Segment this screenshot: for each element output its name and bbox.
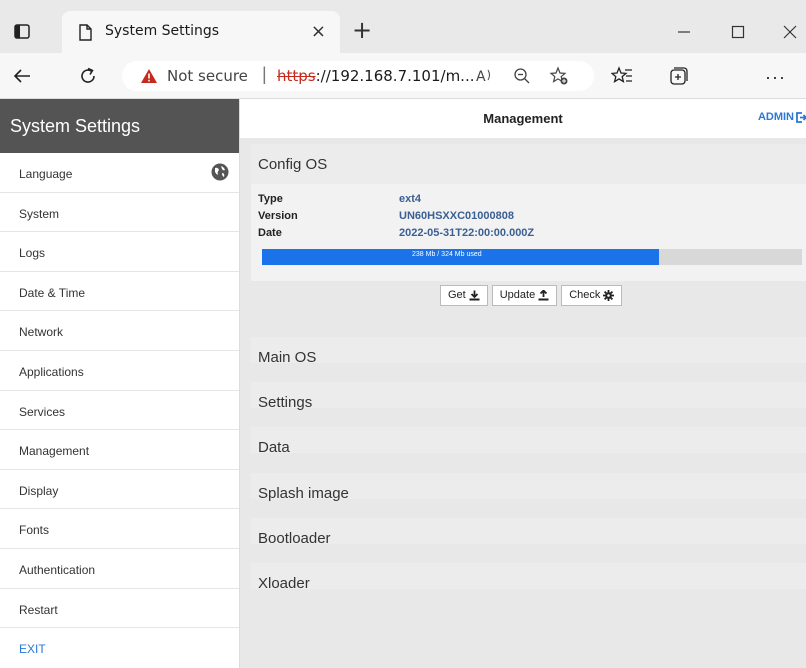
- sidebar-item-authentication[interactable]: Authentication: [0, 549, 239, 589]
- gear-icon: [603, 290, 615, 301]
- download-icon: [469, 290, 480, 301]
- sidebar-item-logs[interactable]: Logs: [0, 232, 239, 272]
- address-separator: |: [262, 64, 267, 84]
- sidebar-item-label: Applications: [19, 364, 84, 379]
- settings-section[interactable]: Settings: [251, 382, 806, 411]
- sidebar-item-restart[interactable]: Restart: [0, 589, 239, 629]
- splash-image-section[interactable]: Splash image: [251, 473, 806, 502]
- sidebar-item-network[interactable]: Network: [0, 311, 239, 351]
- url-text[interactable]: https://192.168.7.101/m...: [277, 67, 474, 85]
- storage-usage-bar: 238 Mb / 324 Mb used: [262, 249, 802, 265]
- main-panel: Management ADMIN Config OS Type ext4 Ver…: [240, 99, 806, 668]
- get-button-label: Get: [448, 289, 466, 301]
- tab-close-button[interactable]: ×: [311, 21, 326, 42]
- bootloader-section[interactable]: Bootloader: [251, 518, 806, 547]
- page-icon: [79, 24, 92, 41]
- sidebar-item-services[interactable]: Services: [0, 391, 239, 431]
- refresh-icon[interactable]: [76, 64, 100, 88]
- browser-toolbar: Not secure | https://192.168.7.101/m... …: [0, 53, 806, 99]
- date-value: 2022-05-31T22:00:00.000Z: [399, 227, 535, 239]
- config-os-body: Type ext4 Version UN60HSXXC01000808 Date…: [251, 184, 806, 306]
- type-row: Type ext4: [258, 193, 806, 210]
- sidebar-item-management[interactable]: Management: [0, 430, 239, 470]
- get-button[interactable]: Get: [440, 285, 488, 306]
- sidebar-item-system[interactable]: System: [0, 193, 239, 233]
- date-label: Date: [258, 227, 282, 239]
- admin-logout-link[interactable]: ADMIN: [758, 111, 806, 123]
- sidebar-item-label: Authentication: [19, 562, 96, 577]
- config-os-actions: Get Update Check: [440, 285, 623, 306]
- page-content: System Settings Language System Logs Dat…: [0, 99, 806, 668]
- browser-tabstrip: System Settings × +: [0, 0, 806, 53]
- check-button[interactable]: Check: [561, 285, 623, 306]
- version-value: UN60HSXXC01000808: [399, 210, 514, 222]
- maximize-icon[interactable]: [726, 20, 750, 44]
- collections-icon[interactable]: [667, 65, 689, 87]
- sidebar-item-label: Logs: [19, 246, 46, 261]
- storage-usage-text: 238 Mb / 324 Mb used: [412, 251, 482, 258]
- sidebar-item-language[interactable]: Language: [0, 153, 239, 193]
- back-arrow-icon[interactable]: [10, 64, 34, 88]
- sidebar-item-label: Restart: [19, 602, 58, 617]
- tab-title: System Settings: [105, 23, 220, 39]
- sidebar-item-date-time[interactable]: Date & Time: [0, 272, 239, 312]
- tab-actions-icon[interactable]: [14, 24, 30, 39]
- update-button[interactable]: Update: [491, 285, 558, 306]
- window-close-icon[interactable]: [778, 20, 802, 44]
- sidebar-item-applications[interactable]: Applications: [0, 351, 239, 391]
- update-button-label: Update: [499, 289, 536, 301]
- topbar: Management ADMIN: [240, 99, 806, 138]
- svg-text:A: A: [476, 69, 486, 85]
- sidebar-item-label: System: [19, 206, 60, 221]
- zoom-out-icon[interactable]: [512, 66, 532, 86]
- sidebar-item-label: EXIT: [19, 642, 46, 657]
- favorites-icon[interactable]: [611, 65, 633, 87]
- add-favorite-icon[interactable]: [549, 66, 569, 86]
- more-menu-icon[interactable]: ···: [765, 67, 787, 89]
- globe-icon[interactable]: [211, 163, 229, 181]
- config-os-header[interactable]: Config OS: [251, 144, 806, 184]
- url-scheme: https: [277, 67, 316, 85]
- xloader-section[interactable]: Xloader: [251, 563, 806, 592]
- date-row: Date 2022-05-31T22:00:00.000Z: [258, 227, 806, 244]
- not-secure-label[interactable]: Not secure: [167, 67, 248, 85]
- sidebar-item-label: Date & Time: [19, 285, 86, 300]
- sidebar-item-label: Services: [19, 404, 66, 419]
- warning-icon: [141, 69, 157, 83]
- sidebar-item-label: Network: [19, 325, 64, 340]
- browser-tab[interactable]: System Settings ×: [62, 11, 340, 53]
- check-button-label: Check: [569, 289, 601, 301]
- new-tab-button[interactable]: +: [352, 18, 372, 42]
- logout-icon: [796, 111, 806, 123]
- sidebar-item-fonts[interactable]: Fonts: [0, 509, 239, 549]
- config-os-panel: Config OS Type ext4 Version UN60HSXXC010…: [251, 144, 806, 306]
- address-bar[interactable]: Not secure | https://192.168.7.101/m... …: [122, 61, 594, 91]
- sidebar-item-display[interactable]: Display: [0, 470, 239, 510]
- type-label: Type: [258, 193, 283, 205]
- admin-label: ADMIN: [757, 111, 794, 123]
- sidebar-item-label: Language: [19, 167, 73, 181]
- sidebar-item-exit[interactable]: EXIT: [0, 628, 239, 668]
- version-row: Version UN60HSXXC01000808: [258, 210, 806, 227]
- sidebar-item-label: Management: [19, 444, 90, 459]
- data-section[interactable]: Data: [251, 427, 806, 456]
- minimize-icon[interactable]: [672, 20, 696, 44]
- main-os-section[interactable]: Main OS: [251, 337, 806, 366]
- sidebar-item-label: Display: [19, 483, 59, 498]
- version-label: Version: [258, 210, 298, 222]
- type-value: ext4: [399, 193, 422, 205]
- url-rest: ://192.168.7.101/m...: [315, 67, 475, 85]
- upload-icon: [538, 290, 549, 301]
- sidebar-title: System Settings: [0, 99, 239, 153]
- sidebar: System Settings Language System Logs Dat…: [0, 99, 240, 668]
- sidebar-item-label: Fonts: [19, 523, 50, 538]
- read-aloud-icon[interactable]: A: [474, 66, 494, 86]
- page-title: Management: [483, 111, 563, 126]
